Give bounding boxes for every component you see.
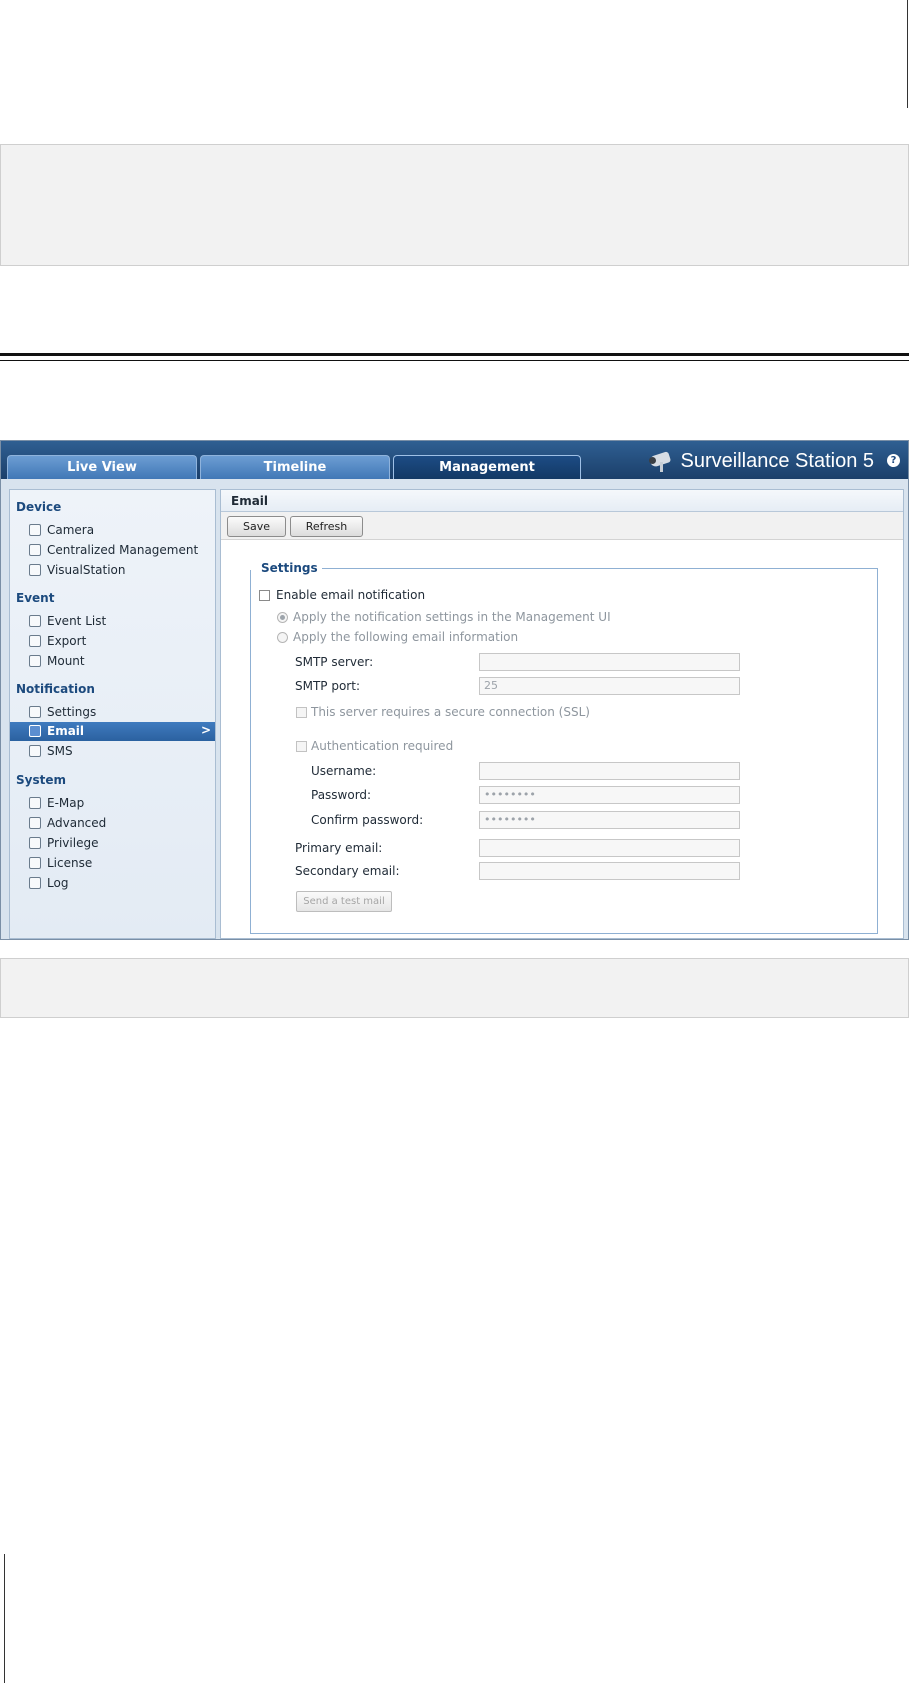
sidebar-item-export[interactable]: Export [10, 632, 215, 651]
surveillance-station-window: Live View Timeline Management Surveillan… [0, 440, 909, 940]
refresh-button[interactable]: Refresh [290, 516, 363, 537]
sidebar-item-label: Email [47, 724, 85, 738]
password-field[interactable]: •••••••• [479, 786, 740, 804]
send-test-mail-button[interactable]: Send a test mail [296, 891, 392, 912]
wrench-icon [29, 706, 41, 718]
emap-icon [29, 797, 41, 809]
envelope-icon [29, 725, 41, 737]
sidebar-item-emap[interactable]: E-Map [10, 794, 215, 813]
export-icon [29, 635, 41, 647]
sidebar-item-label: Settings [47, 705, 97, 719]
sidebar-item-centralized-management[interactable]: Centralized Management [10, 541, 215, 560]
users-icon [29, 837, 41, 849]
tab-management[interactable]: Management [393, 455, 581, 480]
centralized-management-icon [29, 544, 41, 556]
note-box-top [0, 144, 909, 266]
brand-title: Surveillance Station 5 [680, 449, 874, 472]
save-button[interactable]: Save [227, 516, 286, 537]
sidebar-item-event-list[interactable]: Event List [10, 612, 215, 631]
enable-email-checkbox[interactable] [259, 590, 270, 601]
sms-icon [29, 745, 41, 757]
chevron-right-icon: > [200, 723, 211, 737]
camera-icon [29, 524, 41, 536]
email-panel: Email Save Refresh Settings Enable email… [220, 489, 904, 939]
page-edge-line [4, 1554, 5, 1683]
sidebar-item-label: Camera [47, 523, 95, 537]
enable-email-label: Enable email notification [276, 588, 426, 602]
apply-following-radio[interactable] [277, 632, 288, 643]
sidebar-group-event: Event [16, 591, 55, 605]
tab-timeline[interactable]: Timeline [200, 455, 390, 480]
camera-logo-icon [647, 450, 673, 472]
sidebar-item-camera[interactable]: Camera [10, 521, 215, 540]
username-field[interactable] [479, 762, 740, 780]
sidebar-item-license[interactable]: License [10, 854, 215, 873]
sidebar-item-email[interactable]: Email > [10, 722, 215, 741]
smtp-server-field[interactable] [479, 653, 740, 671]
primary-email-label: Primary email: [295, 841, 383, 855]
section-divider [0, 353, 909, 361]
sidebar-item-label: Mount [47, 654, 85, 668]
smtp-port-field[interactable]: 25 [479, 677, 740, 695]
sidebar-group-notification: Notification [16, 682, 95, 696]
sidebar-item-advanced[interactable]: Advanced [10, 814, 215, 833]
username-label: Username: [311, 764, 377, 778]
top-navigation-bar: Live View Timeline Management Surveillan… [1, 441, 908, 480]
ssl-label: This server requires a secure connection… [311, 705, 590, 719]
smtp-port-label: SMTP port: [295, 679, 360, 693]
note-box-bottom [0, 958, 909, 1018]
sidebar: Device Camera Centralized Management Vis… [9, 489, 216, 939]
tab-live-view[interactable]: Live View [7, 455, 197, 480]
apply-following-label: Apply the following email information [293, 630, 519, 644]
confirm-password-field[interactable]: •••••••• [479, 811, 740, 829]
secondary-email-field[interactable] [479, 862, 740, 880]
sidebar-item-label: Log [47, 876, 69, 890]
sidebar-item-log[interactable]: Log [10, 874, 215, 893]
toolbar: Save Refresh [221, 512, 903, 540]
mount-icon [29, 655, 41, 667]
sidebar-group-system: System [16, 773, 66, 787]
sidebar-item-label: Centralized Management [47, 543, 199, 557]
page-edge-line [907, 0, 908, 108]
key-icon [29, 857, 41, 869]
apply-management-ui-label: Apply the notification settings in the M… [293, 610, 611, 624]
help-icon[interactable]: ? [887, 454, 900, 467]
event-list-icon [29, 615, 41, 627]
sidebar-item-mount[interactable]: Mount [10, 652, 215, 671]
sidebar-item-label: Privilege [47, 836, 99, 850]
apply-management-ui-radio[interactable] [277, 612, 288, 623]
visualstation-icon [29, 564, 41, 576]
panel-header: Email [221, 490, 903, 512]
password-label: Password: [311, 788, 372, 802]
sidebar-item-label: VisualStation [47, 563, 126, 577]
authentication-checkbox[interactable] [296, 741, 307, 752]
book-icon [29, 877, 41, 889]
sidebar-item-label: E-Map [47, 796, 85, 810]
brand: Surveillance Station 5 [647, 448, 874, 474]
sidebar-item-visualstation[interactable]: VisualStation [10, 561, 215, 580]
primary-email-field[interactable] [479, 839, 740, 857]
smtp-server-label: SMTP server: [295, 655, 374, 669]
secondary-email-label: Secondary email: [295, 864, 400, 878]
sidebar-item-privilege[interactable]: Privilege [10, 834, 215, 853]
sidebar-item-label: Export [47, 634, 87, 648]
settings-legend: Settings [257, 561, 322, 575]
sidebar-item-sms[interactable]: SMS [10, 742, 215, 761]
ssl-checkbox[interactable] [296, 707, 307, 718]
sidebar-item-label: SMS [47, 744, 73, 758]
sidebar-item-label: Advanced [47, 816, 107, 830]
page-title: Email [231, 494, 269, 508]
sidebar-item-label: License [47, 856, 93, 870]
sidebar-item-settings[interactable]: Settings [10, 703, 215, 722]
sidebar-item-label: Event List [47, 614, 107, 628]
sidebar-group-device: Device [16, 500, 62, 514]
gear-icon [29, 817, 41, 829]
authentication-label: Authentication required [311, 739, 454, 753]
confirm-password-label: Confirm password: [311, 813, 424, 827]
